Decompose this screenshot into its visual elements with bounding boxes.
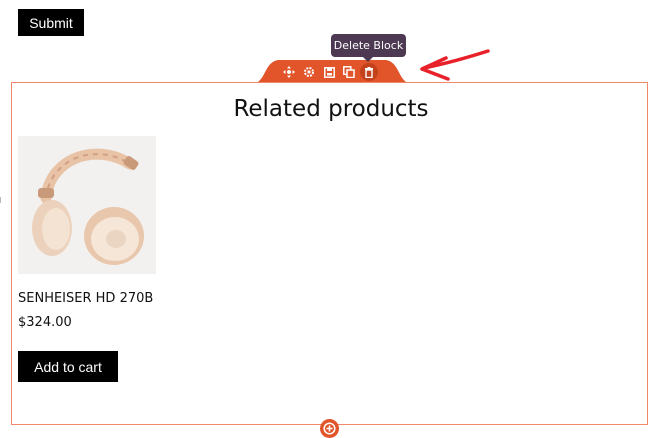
edge-marker: [0, 197, 1, 203]
duplicate-icon[interactable]: [340, 63, 358, 81]
save-icon[interactable]: [320, 63, 338, 81]
related-products-heading: Related products: [233, 96, 429, 122]
annotation-arrow: [420, 49, 490, 81]
add-block-icon[interactable]: [320, 419, 339, 438]
product-price: $324.00: [18, 315, 72, 330]
gear-icon[interactable]: [300, 63, 318, 81]
trash-icon[interactable]: [360, 63, 378, 81]
product-name[interactable]: SENHEISER HD 270B: [18, 291, 153, 306]
move-icon[interactable]: [280, 63, 298, 81]
delete-block-tooltip: Delete Block: [331, 34, 406, 62]
add-to-cart-button[interactable]: Add to cart: [18, 351, 118, 382]
product-image[interactable]: [18, 136, 156, 274]
